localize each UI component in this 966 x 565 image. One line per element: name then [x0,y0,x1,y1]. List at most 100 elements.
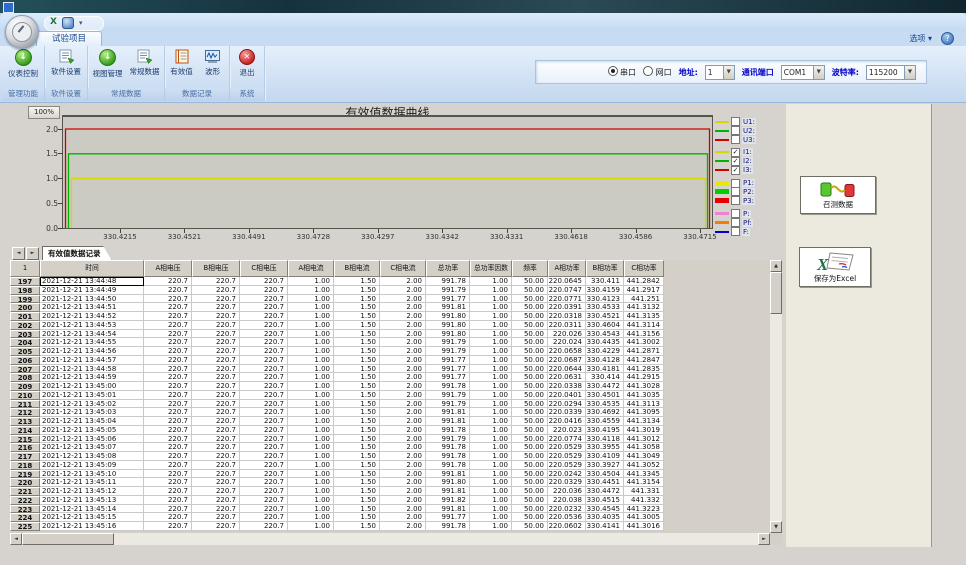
grid-cell[interactable]: 991.78 [426,522,470,531]
grid-cell[interactable]: 2021-12-21 13:45:10 [40,470,144,479]
grid-cell[interactable]: 2.00 [380,513,426,522]
grid-cell[interactable]: 220.7 [192,400,240,409]
legend-checkbox[interactable] [731,117,740,126]
grid-cell[interactable]: 220.036 [548,487,586,496]
grid-cell[interactable]: 1.00 [288,426,334,435]
grid-cell[interactable]: 2021-12-21 13:45:00 [40,382,144,391]
grid-cell[interactable]: 2.00 [380,338,426,347]
grid-cell[interactable]: 220.7 [192,417,240,426]
horizontal-scrollbar[interactable]: ◄ ► [10,533,770,545]
grid-cell[interactable]: 991.79 [426,391,470,400]
grid-cell[interactable]: 50.00 [512,435,548,444]
grid-cell[interactable]: 1.50 [334,321,380,330]
row-number[interactable]: 216 [10,443,40,452]
grid-cell[interactable]: 220.7 [144,400,192,409]
grid-cell[interactable]: 220.7 [240,347,288,356]
grid-cell[interactable]: 2021-12-21 13:45:09 [40,461,144,470]
legend-checkbox[interactable] [731,209,740,218]
grid-cell[interactable]: 220.038 [548,496,586,505]
grid-cell[interactable]: 1.50 [334,391,380,400]
grid-cell[interactable]: 1.50 [334,312,380,321]
grid-cell[interactable]: 441.3012 [624,435,664,444]
grid-cell[interactable]: 1.50 [334,417,380,426]
grid-cell[interactable]: 1.00 [288,470,334,479]
row-number[interactable]: 212 [10,408,40,417]
grid-cell[interactable]: 991.77 [426,365,470,374]
grid-cell[interactable]: 1.50 [334,338,380,347]
grid-cell[interactable]: 441.3345 [624,470,664,479]
grid-cell[interactable]: 330.4118 [586,435,624,444]
grid-cell[interactable]: 2021-12-21 13:44:55 [40,338,144,347]
grid-cell[interactable]: 1.00 [288,478,334,487]
grid-cell[interactable]: 220.7 [240,330,288,339]
grid-cell[interactable]: 1.00 [470,365,512,374]
grid-cell[interactable]: 2.00 [380,286,426,295]
grid-cell[interactable]: 1.00 [470,522,512,531]
grid-cell[interactable]: 220.7 [192,505,240,514]
grid-cell[interactable]: 220.7 [240,470,288,479]
grid-cell[interactable]: 441.3035 [624,391,664,400]
grid-cell[interactable]: 1.00 [470,312,512,321]
grid-cell[interactable]: 220.7 [192,338,240,347]
grid-cell[interactable]: 1.50 [334,452,380,461]
grid-cell[interactable]: 2.00 [380,295,426,304]
grid-cell[interactable]: 220.7 [192,303,240,312]
grid-cell[interactable]: 2.00 [380,435,426,444]
grid-cell[interactable]: 1.50 [334,461,380,470]
grid-cell[interactable]: 220.7 [144,338,192,347]
grid-cell[interactable]: 2.00 [380,356,426,365]
grid-cell[interactable]: 991.78 [426,452,470,461]
grid-cell[interactable]: 2021-12-21 13:45:08 [40,452,144,461]
grid-cell[interactable]: 1.00 [470,426,512,435]
grid-cell[interactable]: 991.81 [426,417,470,426]
grid-cell[interactable]: 1.00 [288,452,334,461]
grid-cell[interactable]: 1.00 [470,443,512,452]
row-number[interactable]: 215 [10,435,40,444]
grid-cell[interactable]: 1.00 [288,487,334,496]
grid-cell[interactable]: 991.78 [426,382,470,391]
grid-cell[interactable]: 330.414 [586,373,624,382]
grid-cell[interactable]: 220.7 [240,286,288,295]
grid-cell[interactable]: 991.78 [426,277,470,286]
grid-cell[interactable]: 220.7 [144,312,192,321]
row-number[interactable]: 200 [10,303,40,312]
options-menu[interactable]: 选项 ▾ [909,33,932,44]
row-number[interactable]: 210 [10,391,40,400]
row-number[interactable]: 209 [10,382,40,391]
grid-cell[interactable]: 220.0391 [548,303,586,312]
legend-checkbox[interactable]: ✓ [731,148,740,157]
grid-cell[interactable]: 220.7 [240,496,288,505]
regular-data-button[interactable]: 常规数据 [127,48,163,77]
row-number[interactable]: 224 [10,513,40,522]
grid-cell[interactable]: 330.3955 [586,443,624,452]
grid-cell[interactable]: 220.7 [144,391,192,400]
row-number[interactable]: 203 [10,330,40,339]
grid-cell[interactable]: 991.77 [426,373,470,382]
grid-cell[interactable]: 1.00 [288,496,334,505]
grid-cell[interactable]: 991.79 [426,347,470,356]
grid-cell[interactable]: 441.331 [624,487,664,496]
tab-scroll-left-button[interactable]: ◄ [12,247,25,260]
grid-cell[interactable]: 991.78 [426,443,470,452]
grid-cell[interactable]: 220.023 [548,426,586,435]
grid-cell[interactable]: 441.3028 [624,382,664,391]
grid-cell[interactable]: 50.00 [512,295,548,304]
scroll-left-button[interactable]: ◄ [10,533,22,545]
row-number[interactable]: 223 [10,505,40,514]
grid-cell[interactable]: 220.7 [192,295,240,304]
network-radio[interactable]: 网口 [643,66,672,78]
grid-cell[interactable]: 1.00 [288,321,334,330]
grid-cell[interactable]: 220.0232 [548,505,586,514]
grid-cell[interactable]: 220.0294 [548,400,586,409]
grid-cell[interactable]: 2.00 [380,391,426,400]
grid-cell[interactable]: 50.00 [512,452,548,461]
grid-cell[interactable]: 1.00 [288,277,334,286]
grid-cell[interactable]: 330.4128 [586,356,624,365]
tab-scroll-right-button[interactable]: ► [26,247,39,260]
row-number[interactable]: 201 [10,312,40,321]
grid-cell[interactable]: 220.7 [144,496,192,505]
grid-cell[interactable]: 330.4181 [586,365,624,374]
grid-cell[interactable]: 220.7 [144,522,192,531]
view-management-button[interactable]: ↓ 视图管理 [90,48,126,79]
grid-cell[interactable]: 220.7 [144,443,192,452]
